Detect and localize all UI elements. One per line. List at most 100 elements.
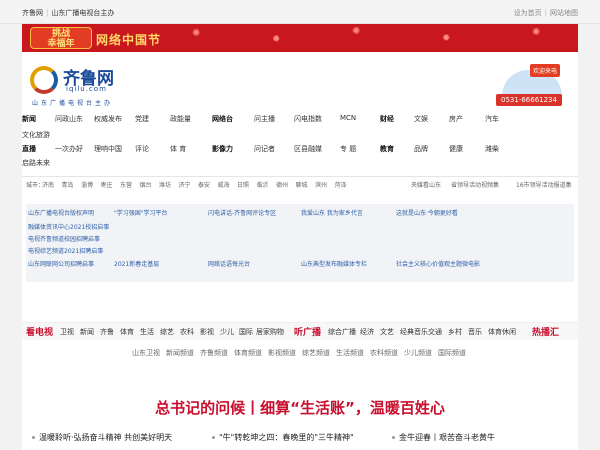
radio-item[interactable]: 综合广播 (328, 327, 356, 337)
tv-channel-link[interactable]: 齐鲁频道 (200, 348, 228, 358)
tv-channel-link[interactable]: 影视频道 (268, 348, 296, 358)
news-item[interactable]: 金牛迎春丨艰苦奋斗老黄牛 (392, 432, 495, 443)
city-link[interactable]: 德州 (276, 180, 288, 189)
nav-item[interactable]: 专 题 (340, 144, 356, 154)
quick-link[interactable]: 电视综艺频道2021招聘启事 (28, 246, 103, 255)
tv-channel-link[interactable]: 农科频道 (370, 348, 398, 358)
tv-channel-item[interactable]: 体育 (120, 327, 134, 337)
city-right-link[interactable]: 16市领导活动报道集 (516, 180, 572, 189)
nav-item[interactable]: 影像力 (212, 144, 233, 154)
radio-item[interactable]: 音乐 (468, 327, 482, 337)
quick-link[interactable]: 电视齐鲁频道校园招聘启事 (28, 234, 100, 243)
tv-label[interactable]: 看电视 (26, 325, 53, 338)
site-name-link[interactable]: 齐鲁网 (22, 9, 43, 17)
tv-channel-link[interactable]: 少儿频道 (404, 348, 432, 358)
tv-channel-item[interactable]: 卫视 (60, 327, 74, 337)
nav-item[interactable]: 新闻 (22, 114, 36, 124)
quick-link[interactable]: 2021新春走基层 (114, 259, 159, 268)
nav-item[interactable]: 教育 (380, 144, 394, 154)
nav-item[interactable]: 汽车 (485, 114, 499, 124)
tv-channel-item[interactable]: 综艺 (160, 327, 174, 337)
radio-item[interactable]: 文艺 (380, 327, 394, 337)
quick-link[interactable]: 这就是山东·今朝更好看 (396, 208, 458, 217)
nav-item[interactable]: 一次办好 (55, 144, 83, 154)
tv-channel-item[interactable]: 居家购物 (256, 327, 284, 337)
city-link[interactable]: 临沂 (257, 180, 269, 189)
nav-item[interactable]: 党建 (135, 114, 149, 124)
nav-item[interactable]: 品牌 (414, 144, 428, 154)
nav-item[interactable]: 问政山东 (55, 114, 83, 124)
tv-channel-item[interactable]: 生活 (140, 327, 154, 337)
city-right-link[interactable]: 央媒看山东 (411, 180, 441, 189)
nav-item[interactable]: 健康 (449, 144, 463, 154)
tv-channel-item[interactable]: 国际 (239, 327, 253, 337)
quick-link[interactable]: 我爱山东 我为家乡代言 (301, 208, 363, 217)
tv-channel-link[interactable]: 新闻频道 (166, 348, 194, 358)
nav-item[interactable]: 财经 (380, 114, 394, 124)
nav-item[interactable]: 区县融媒 (294, 144, 322, 154)
nav-item[interactable]: 政能量 (170, 114, 191, 124)
quick-link[interactable]: 山东广播电视台版权声明 (28, 208, 94, 217)
festival-banner[interactable]: 挑战 幸福年 网络中国节 ✺ ✹ ✺ ✹ ✺ (22, 24, 578, 52)
tv-channel-link[interactable]: 山东卫视 (132, 348, 160, 358)
nav-item[interactable]: 问主播 (254, 114, 275, 124)
tv-channel-link[interactable]: 国际频道 (438, 348, 466, 358)
news-item[interactable]: "牛"转乾坤之四：春晚里的"三牛精神" (212, 432, 354, 443)
hotline-widget[interactable]: 欢迎来电 0531-66661234 (492, 62, 570, 108)
quick-link[interactable]: 闪电讲话-齐鲁网评论专区 (208, 208, 276, 217)
city-link[interactable]: 济南 (42, 180, 54, 189)
quick-link[interactable]: 社会主义核心价值观主题微电影 (396, 259, 480, 268)
hot-label[interactable]: 热播汇 (532, 325, 559, 338)
set-homepage-link[interactable]: 设为首页 (514, 9, 542, 17)
news-item[interactable]: 温暖聆听·弘扬奋斗精神 共创美好明天 (32, 432, 172, 443)
tv-channel-item[interactable]: 齐鲁 (100, 327, 114, 337)
headline[interactable]: 总书记的问候丨细算“生活账”，温暖百姓心 (22, 397, 578, 423)
tv-channel-item[interactable]: 少儿 (220, 327, 234, 337)
nav-item[interactable]: 房产 (449, 114, 463, 124)
nav-item[interactable]: 权威发布 (94, 114, 122, 124)
city-link[interactable]: 威海 (218, 180, 230, 189)
nav-item[interactable]: MCN (340, 114, 356, 122)
city-link[interactable]: 枣庄 (101, 180, 113, 189)
nav-item[interactable]: 文化旅游 (22, 130, 50, 140)
nav-item[interactable]: 体 育 (170, 144, 186, 154)
quick-link[interactable]: 融媒体资讯中心2021校招启事 (28, 222, 109, 231)
tv-channel-link[interactable]: 综艺频道 (302, 348, 330, 358)
tv-channel-link[interactable]: 体育频道 (234, 348, 262, 358)
city-link[interactable]: 聊城 (296, 180, 308, 189)
city-link[interactable]: 淄博 (81, 180, 93, 189)
tv-channel-item[interactable]: 农科 (180, 327, 194, 337)
nav-item[interactable]: 网络台 (212, 114, 233, 124)
radio-item[interactable]: 经济 (360, 327, 374, 337)
nav-item[interactable]: 文娱 (414, 114, 428, 124)
quick-link[interactable]: 山东网联网公司招聘启事 (28, 259, 94, 268)
quick-link[interactable]: "学习强国"学习平台 (114, 208, 168, 217)
sitemap-link[interactable]: 网站地图 (550, 9, 578, 17)
radio-item[interactable]: 乡村 (448, 327, 462, 337)
quick-link[interactable]: 网络话语每光台 (208, 259, 250, 268)
city-link[interactable]: 烟台 (140, 180, 152, 189)
radio-label[interactable]: 听广播 (294, 325, 321, 338)
radio-item[interactable]: 体育休闲 (488, 327, 516, 337)
city-right-link[interactable]: 省领导活动视频集 (451, 180, 499, 189)
nav-item[interactable]: 问记者 (254, 144, 275, 154)
city-link[interactable]: 济宁 (179, 180, 191, 189)
radio-item[interactable]: 经典音乐 (400, 327, 428, 337)
nav-item[interactable]: 评论 (135, 144, 149, 154)
city-link[interactable]: 日照 (237, 180, 249, 189)
city-link[interactable]: 滨州 (315, 180, 327, 189)
nav-item[interactable]: 潍柴 (485, 144, 499, 154)
city-link[interactable]: 青岛 (62, 180, 74, 189)
nav-item[interactable]: 闪电指数 (294, 114, 322, 124)
city-link[interactable]: 泰安 (198, 180, 210, 189)
site-logo[interactable]: 齐鲁网 iqilu.com 山东广播电视台主办 (30, 62, 150, 107)
nav-item[interactable]: 直播 (22, 144, 36, 154)
quick-link[interactable]: 山东典型发布融媒体专栏 (301, 259, 367, 268)
tv-channel-link[interactable]: 生活频道 (336, 348, 364, 358)
tv-channel-item[interactable]: 影视 (200, 327, 214, 337)
city-link[interactable]: 潍坊 (159, 180, 171, 189)
city-link[interactable]: 菏泽 (335, 180, 347, 189)
nav-item[interactable]: 理响中国 (94, 144, 122, 154)
radio-item[interactable]: 交通 (428, 327, 442, 337)
nav-item[interactable]: 启路未来 (22, 158, 50, 168)
